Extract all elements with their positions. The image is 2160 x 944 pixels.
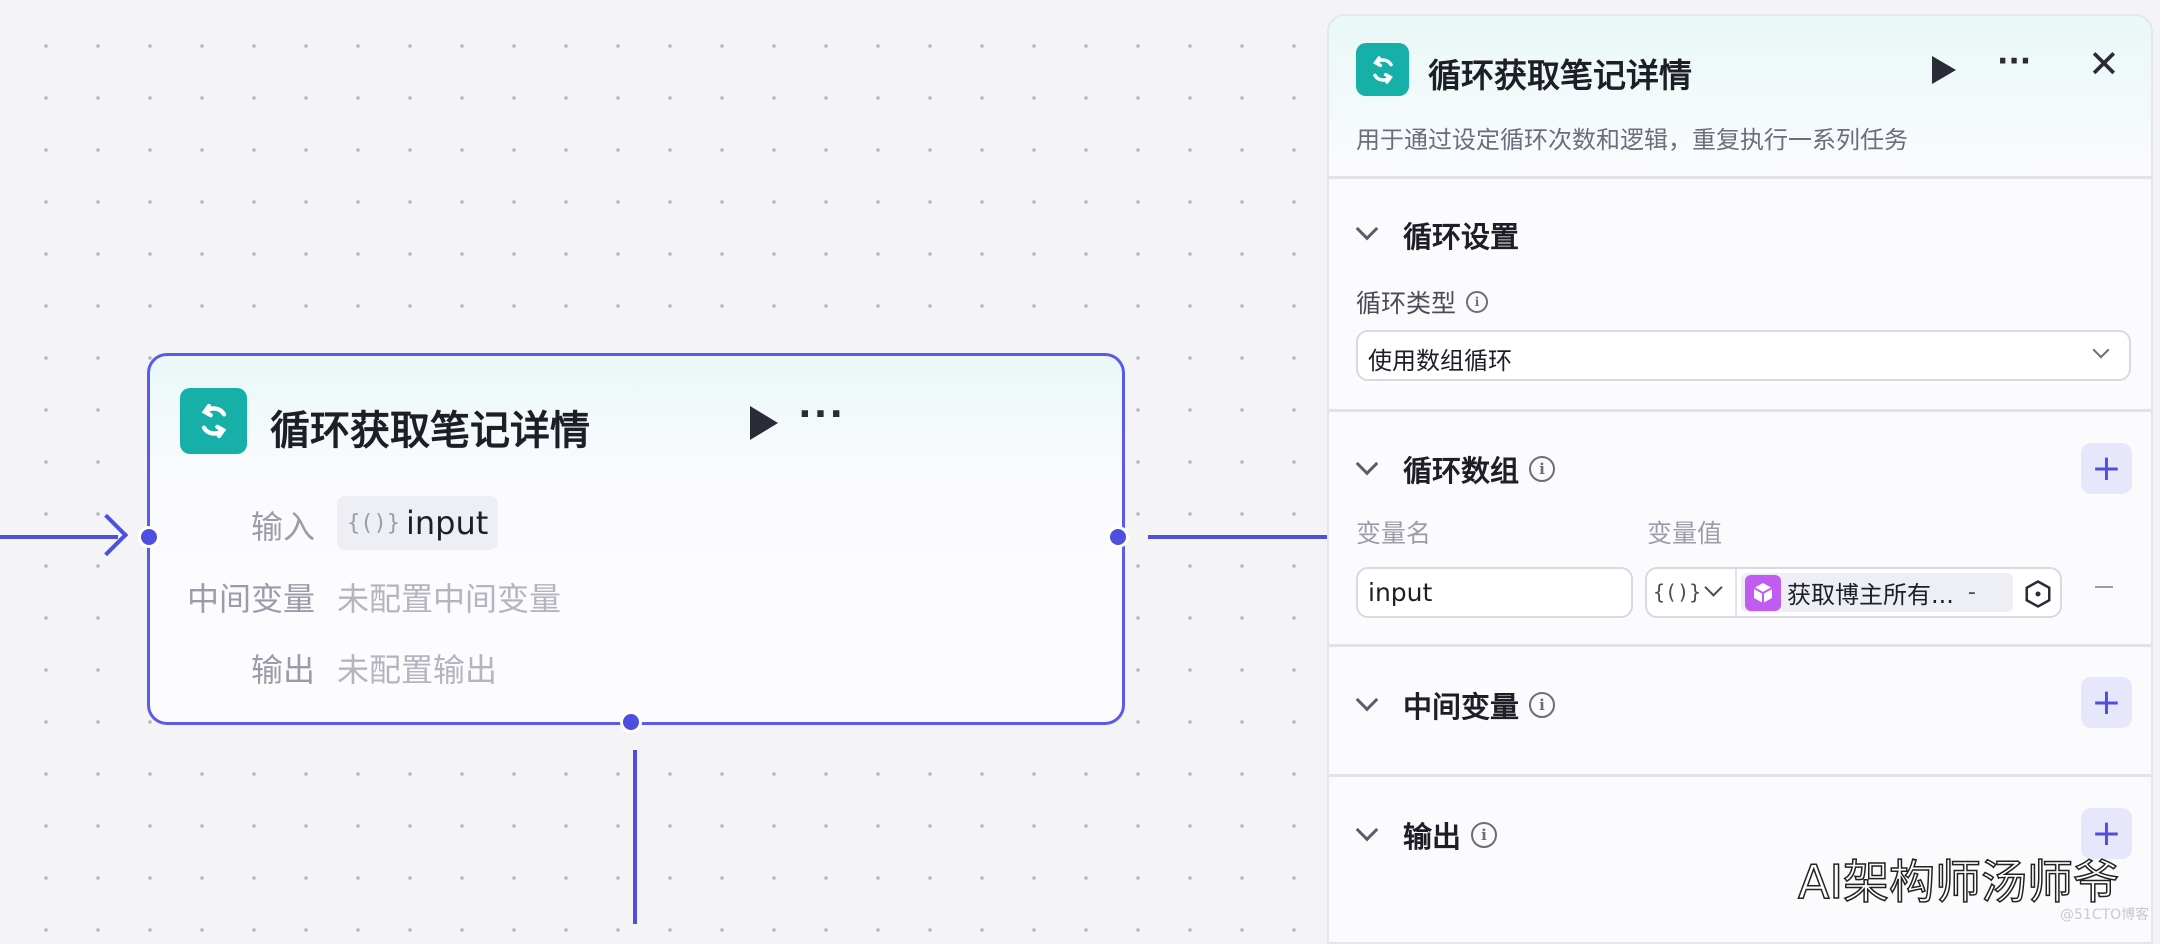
loop-type-label: 循环类型 i [1356, 284, 1489, 320]
remove-var-button[interactable] [2095, 586, 2113, 588]
chevron-down-icon[interactable] [1704, 578, 1723, 597]
run-icon[interactable] [1932, 56, 1956, 84]
section-intermediate[interactable]: 中间变量 i [1403, 684, 1556, 726]
divider [1735, 569, 1737, 616]
loop-node-card[interactable]: 循环获取笔记详情 ··· 输入 {()} input 中间变量 未配置中间变量 … [147, 353, 1125, 725]
watermark: AI架构师汤师爷 [1797, 854, 2120, 910]
run-icon[interactable] [750, 406, 778, 440]
reference-chip[interactable]: 获取博主所有... - [1741, 573, 2013, 612]
output-value: 未配置输出 [337, 651, 498, 689]
loop-body-edge [633, 750, 637, 924]
info-icon[interactable]: i [1471, 822, 1498, 848]
loop-body-port[interactable] [620, 711, 642, 733]
reference-text: 获取博主所有... [1787, 581, 1954, 609]
intermediate-value: 未配置中间变量 [337, 580, 562, 618]
divider [1329, 409, 2151, 412]
watermark-sub: @51CTO博客 [2060, 907, 2150, 923]
section-loop-array[interactable]: 循环数组 i [1403, 448, 1556, 490]
add-intermediate-button[interactable]: + [2081, 677, 2132, 728]
object-icon: {()} [347, 510, 400, 536]
input-chip: {()} input [337, 496, 499, 550]
info-icon[interactable]: i [1529, 456, 1556, 482]
reference-suffix: - [1967, 580, 1976, 605]
section-title: 中间变量 [1403, 690, 1520, 724]
info-icon[interactable]: i [1466, 291, 1489, 313]
variable-picker-icon[interactable] [2023, 579, 2053, 613]
chevron-down-icon[interactable] [1355, 217, 1379, 241]
output-label: 输出 [250, 651, 315, 689]
plugin-cube-icon [1745, 574, 1781, 611]
section-output[interactable]: 输出 i [1403, 814, 1498, 856]
arrow-head-icon [85, 513, 129, 557]
input-label: 输入 [250, 508, 315, 546]
select-value: 使用数组循环 [1368, 347, 1512, 375]
panel-title: 循环获取笔记详情 [1428, 56, 1692, 95]
node-title: 循环获取笔记详情 [270, 408, 590, 454]
section-title: 循环设置 [1403, 220, 1520, 254]
add-array-var-button[interactable]: + [2081, 443, 2132, 494]
label-text: 循环类型 [1356, 289, 1457, 318]
divider [1329, 774, 2151, 777]
var-name-value: input [1368, 578, 1433, 607]
divider [1329, 644, 2151, 647]
var-name-input[interactable]: input [1356, 567, 1633, 618]
loop-refresh-icon [180, 388, 247, 454]
intermediate-label: 中间变量 [186, 580, 315, 618]
panel-description: 用于通过设定循环次数和逻辑，重复执行一系列任务 [1356, 126, 1908, 154]
chevron-down-icon[interactable] [1355, 818, 1379, 842]
column-var-value: 变量值 [1647, 519, 1723, 548]
section-title: 循环数组 [1403, 454, 1520, 488]
var-value-input[interactable]: {()} 获取博主所有... - [1645, 567, 2062, 618]
loop-type-select[interactable]: 使用数组循环 [1356, 330, 2131, 381]
column-var-name: 变量名 [1356, 519, 1432, 548]
output-port[interactable] [1107, 526, 1129, 548]
section-loop-settings[interactable]: 循环设置 [1403, 214, 1519, 256]
close-icon[interactable]: ✕ [2088, 42, 2120, 86]
type-select-icon[interactable]: {()} [1653, 580, 1701, 604]
chevron-down-icon[interactable] [1355, 688, 1379, 712]
info-icon[interactable]: i [1529, 692, 1556, 718]
more-icon[interactable]: ··· [1997, 44, 2031, 79]
outgoing-edge [1148, 535, 1328, 539]
more-icon[interactable]: ··· [798, 394, 845, 435]
input-chip-text: input [405, 504, 489, 542]
input-port[interactable] [138, 526, 160, 548]
divider [1329, 176, 2151, 179]
node-config-panel: 循环获取笔记详情 ··· ✕ 用于通过设定循环次数和逻辑，重复执行一系列任务 循… [1327, 14, 2153, 944]
section-title: 输出 [1403, 820, 1462, 854]
chevron-down-icon [2092, 341, 2110, 359]
chevron-down-icon[interactable] [1355, 452, 1379, 476]
loop-refresh-icon [1356, 43, 1409, 96]
